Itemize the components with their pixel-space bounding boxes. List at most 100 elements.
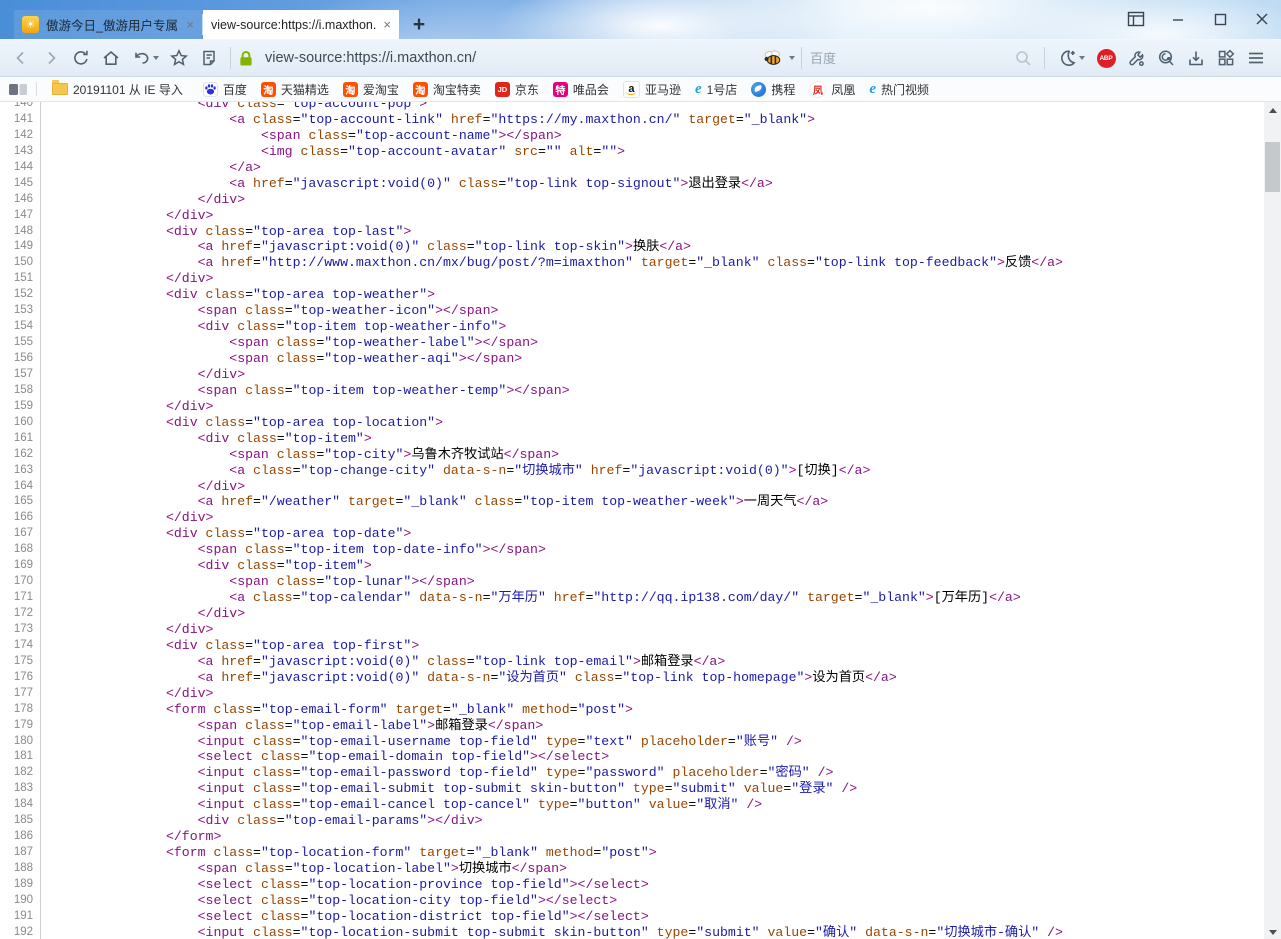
window-controls xyxy=(1125,8,1273,30)
code-text: <input class="top-email-password top-fie… xyxy=(41,765,833,781)
tab-view-source[interactable]: view-source:https://i.maxthon.cn/ × xyxy=(203,10,399,39)
source-line: 181 <select class="top-email-domain top-… xyxy=(0,749,1281,765)
line-number: 156 xyxy=(0,351,41,367)
layout-panel-icon[interactable] xyxy=(1125,8,1147,30)
source-line: 156 <span class="top-weather-aqi"></span… xyxy=(0,351,1281,367)
undo-icon[interactable] xyxy=(126,44,164,72)
home-icon[interactable] xyxy=(96,44,126,72)
tab-close-icon[interactable]: × xyxy=(186,18,194,31)
search-input[interactable] xyxy=(808,50,1008,67)
code-text: <div class="top-area top-location"> xyxy=(41,415,443,431)
bookmark-item[interactable]: 百度 xyxy=(203,81,247,98)
apps-grid-icon[interactable] xyxy=(1211,44,1241,72)
code-text: <select class="top-location-city top-fie… xyxy=(41,893,617,909)
line-number: 146 xyxy=(0,192,41,208)
url-input[interactable] xyxy=(263,49,758,67)
scroll-up-icon[interactable] xyxy=(1264,102,1281,119)
bookmark-item[interactable]: e1号店 xyxy=(695,81,737,98)
new-tab-button[interactable]: + xyxy=(404,10,434,39)
jd-badge-icon: JD xyxy=(495,82,510,97)
line-number: 188 xyxy=(0,861,41,877)
code-text: </div> xyxy=(41,208,213,224)
line-number: 147 xyxy=(0,208,41,224)
menu-icon[interactable] xyxy=(1241,44,1271,72)
line-number: 161 xyxy=(0,431,41,447)
code-text: <div class="top-item"> xyxy=(41,431,372,447)
line-number: 169 xyxy=(0,558,41,574)
reload-icon[interactable] xyxy=(66,44,96,72)
bookmark-label: 淘宝特卖 xyxy=(433,81,481,98)
search-box[interactable] xyxy=(808,43,1038,73)
source-line: 165 <a href="/weather" target="_blank" c… xyxy=(0,494,1281,510)
code-text: <input class="top-location-submit top-su… xyxy=(41,925,1063,939)
forward-icon[interactable] xyxy=(36,44,66,72)
line-number: 157 xyxy=(0,367,41,383)
title-bar: ☀ 傲游今日_傲游用户专属的网址导航 × view-source:https:/… xyxy=(0,0,1281,39)
code-text: <span class="top-item top-date-info"></s… xyxy=(41,542,546,558)
back-icon[interactable] xyxy=(6,44,36,72)
line-number: 155 xyxy=(0,335,41,351)
source-line: 187 <form class="top-location-form" targ… xyxy=(0,845,1281,861)
code-text: <div class="top-area top-weather"> xyxy=(41,287,435,303)
bookmark-item[interactable]: 淘淘宝特卖 xyxy=(413,81,481,98)
code-text: </a> xyxy=(41,160,261,176)
night-mode-caret[interactable] xyxy=(1079,56,1085,60)
search-engine-caret[interactable] xyxy=(789,56,795,60)
bee-icon[interactable] xyxy=(758,44,788,72)
scrollbar-thumb[interactable] xyxy=(1265,142,1280,192)
star-icon[interactable] xyxy=(164,44,194,72)
source-line: 161 <div class="top-item"> xyxy=(0,431,1281,447)
favorites-panel-toggle-icon[interactable] xyxy=(8,83,28,96)
wrench-icon[interactable] xyxy=(1121,44,1151,72)
bookmark-list: 百度淘天猫精选淘爱淘宝淘淘宝特卖 JD京东特唯品会 a亚马逊 e1号店携程凤凤凰 e热门… xyxy=(196,81,936,98)
code-text: </div> xyxy=(41,686,213,702)
bookmarks-folder[interactable]: 20191101 从 IE 导入 xyxy=(52,81,183,98)
bookmark-item[interactable]: e热门视频 xyxy=(869,81,929,98)
line-number: 175 xyxy=(0,654,41,670)
code-text: <div class="top-email-params"></div> xyxy=(41,813,483,829)
bookmark-label: 百度 xyxy=(223,81,247,98)
maximize-icon[interactable] xyxy=(1209,8,1231,30)
line-number: 160 xyxy=(0,415,41,431)
scroll-down-icon[interactable] xyxy=(1264,924,1281,939)
source-line: 172 </div> xyxy=(0,606,1281,622)
night-mode-icon[interactable] xyxy=(1051,44,1091,72)
vertical-scrollbar[interactable] xyxy=(1264,102,1281,939)
code-text: <a href="/weather" target="_blank" class… xyxy=(41,494,828,510)
line-number: 152 xyxy=(0,287,41,303)
code-text: <div class="top-area top-last"> xyxy=(41,224,411,240)
source-line: 153 <span class="top-weather-icon"></spa… xyxy=(0,303,1281,319)
bookmark-item[interactable]: 淘天猫精选 xyxy=(261,81,329,98)
code-text: <a class="top-change-city" data-s-n="切换城… xyxy=(41,463,870,479)
search-icon[interactable] xyxy=(1008,44,1038,72)
bookmark-item[interactable]: 特唯品会 xyxy=(553,81,609,98)
bookmark-label: 唯品会 xyxy=(573,81,609,98)
tab-maxthon-today[interactable]: ☀ 傲游今日_傲游用户专属的网址导航 × xyxy=(14,10,202,39)
bookmark-item[interactable]: 携程 xyxy=(751,81,795,98)
line-number: 178 xyxy=(0,702,41,718)
toolbar-divider xyxy=(801,47,802,69)
line-number: 166 xyxy=(0,510,41,526)
bookmark-item[interactable]: a亚马逊 xyxy=(623,81,681,98)
tab-close-icon[interactable]: × xyxy=(383,18,391,31)
close-icon[interactable] xyxy=(1251,8,1273,30)
undo-dropdown-caret[interactable] xyxy=(153,56,159,60)
line-number: 143 xyxy=(0,144,41,160)
line-number: 153 xyxy=(0,303,41,319)
adblock-icon[interactable]: ABP xyxy=(1091,44,1121,72)
sniffer-icon[interactable] xyxy=(1151,44,1181,72)
code-text: <div class="top-area top-first"> xyxy=(41,638,419,654)
minimize-icon[interactable] xyxy=(1167,8,1189,30)
line-number: 140 xyxy=(0,102,41,112)
reader-icon[interactable] xyxy=(194,44,224,72)
line-number: 176 xyxy=(0,670,41,686)
address-bar[interactable] xyxy=(237,43,758,73)
bookmark-item[interactable]: 淘爱淘宝 xyxy=(343,81,399,98)
code-text: <select class="top-location-district top… xyxy=(41,909,649,925)
bookmark-item[interactable]: 凤凤凰 xyxy=(809,81,855,98)
line-number: 186 xyxy=(0,829,41,845)
source-line: 164 </div> xyxy=(0,479,1281,495)
line-number: 151 xyxy=(0,271,41,287)
download-icon[interactable] xyxy=(1181,44,1211,72)
bookmark-item[interactable]: JD京东 xyxy=(495,81,539,98)
